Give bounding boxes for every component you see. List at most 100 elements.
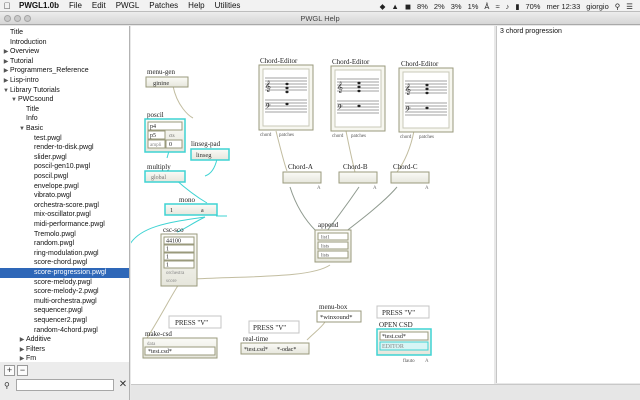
menu-box-box[interactable]: menu-box *winxound*: [316, 303, 362, 323]
add-button[interactable]: +: [4, 365, 15, 376]
battery-icon[interactable]: ▮: [512, 2, 522, 11]
tree-item[interactable]: score-melody.pwgl: [0, 278, 129, 288]
spotlight-icon[interactable]: ⚲: [612, 2, 624, 11]
volume-icon[interactable]: ♪: [503, 2, 513, 11]
chord-a-box[interactable]: Chord-A A: [282, 163, 322, 191]
remove-button[interactable]: −: [17, 365, 28, 376]
make-csd-box[interactable]: make-csd data *test.csd*: [142, 330, 218, 359]
disclosure-closed-icon[interactable]: ▶: [18, 335, 26, 345]
tree-item-label: Tremolo.pwgl: [34, 230, 76, 238]
tree-item[interactable]: random-4chord.pwgl: [0, 326, 129, 336]
csc-sco-box[interactable]: csc-sco 44100 1 1 1 orchestra score: [160, 226, 198, 287]
tree-item-label: slider.pwgl: [34, 153, 67, 161]
append-box[interactable]: append list1 lists lists: [314, 221, 352, 263]
multiply-box[interactable]: multiply global: [144, 163, 186, 183]
menu-patches[interactable]: Patches: [144, 0, 183, 12]
disclosure-open-icon[interactable]: ▼: [18, 124, 26, 134]
tree-item[interactable]: Tremolo.pwgl: [0, 230, 129, 240]
disclosure-open-icon[interactable]: ▼: [2, 86, 10, 96]
status-icon-3[interactable]: ◼: [402, 2, 414, 11]
chord-b-box[interactable]: Chord-B A: [338, 163, 378, 191]
tree-item[interactable]: Title: [0, 105, 129, 115]
tree-item[interactable]: ▼PWCsound: [0, 95, 129, 105]
tree-item[interactable]: ▶ Fm: [0, 354, 129, 362]
tree-item[interactable]: vibrato.pwgl: [0, 191, 129, 201]
tree-item[interactable]: mix-oscillator.pwgl: [0, 210, 129, 220]
tree-item[interactable]: poscil.pwgl: [0, 172, 129, 182]
tree-item[interactable]: ▼Library Tutorials: [0, 86, 129, 96]
tree-item[interactable]: envelope.pwgl: [0, 182, 129, 192]
wifi-icon[interactable]: ≈: [492, 2, 502, 11]
clock[interactable]: mer 12:33: [543, 2, 583, 11]
status-pct-2[interactable]: 2%: [431, 2, 448, 11]
tree-item[interactable]: random.pwgl: [0, 239, 129, 249]
tree-item[interactable]: ▶ Overview: [0, 47, 129, 57]
tree-item[interactable]: orchestra-score.pwgl: [0, 201, 129, 211]
tree-item[interactable]: ▶ Filters: [0, 345, 129, 355]
tree-item[interactable]: render-to-disk.pwgl: [0, 143, 129, 153]
tree-item[interactable]: ▶ Lisp-intro: [0, 76, 129, 86]
mono-box[interactable]: mono 1 a: [164, 196, 218, 216]
chord-editor-3-port-1: chord: [400, 135, 412, 140]
linseg-pad-box[interactable]: linseg-pad linseg: [190, 140, 230, 161]
disclosure-open-icon[interactable]: ▼: [10, 95, 18, 105]
menu-pwgl[interactable]: PWGL: [111, 0, 145, 12]
tree-item[interactable]: slider.pwgl: [0, 153, 129, 163]
help-text-panel[interactable]: 3 chord progression: [496, 26, 640, 383]
chord-editor-1[interactable]: Chord-Editor 𝄞 𝄢 chord patches: [258, 57, 314, 138]
real-time-right: *-odac*: [277, 347, 296, 353]
tree-item[interactable]: Introduction: [0, 38, 129, 48]
disclosure-closed-icon[interactable]: ▶: [2, 47, 10, 57]
tree-item[interactable]: ▼Basic: [0, 124, 129, 134]
tree-item-label: Title: [10, 29, 23, 36]
chord-editor-3[interactable]: Chord-Editor 𝄞 𝄢 chord patches: [398, 60, 454, 140]
tree-item[interactable]: ring-modulation.pwgl: [0, 249, 129, 259]
disclosure-closed-icon[interactable]: ▶: [18, 345, 26, 355]
status-pct-1[interactable]: 8%: [414, 2, 431, 11]
status-pct-3[interactable]: 3%: [448, 2, 465, 11]
tree-item[interactable]: Title: [0, 28, 129, 38]
chord-editor-2-port-1: chord: [332, 134, 344, 139]
tree-item[interactable]: sequencer.pwgl: [0, 306, 129, 316]
disclosure-closed-icon[interactable]: ▶: [2, 66, 10, 76]
chord-editor-2[interactable]: Chord-Editor 𝄞 𝄢 chord patches: [330, 58, 386, 139]
search-input[interactable]: [16, 379, 114, 391]
menu-edit[interactable]: Edit: [87, 0, 111, 12]
menu-gen-box[interactable]: menu-gen ginine: [145, 68, 189, 88]
status-icon-1[interactable]: ◆: [377, 2, 389, 11]
chord-editor-1-title: Chord-Editor: [260, 57, 298, 65]
status-icon-2[interactable]: ▲: [388, 2, 401, 11]
tree-item[interactable]: ▶ Additive: [0, 335, 129, 345]
real-time-box[interactable]: real-time *test.csd* *-odac*: [240, 335, 310, 355]
menu-file[interactable]: File: [64, 0, 87, 12]
tree-item[interactable]: poscil-gen10.pwgl: [0, 162, 129, 172]
poscil-box[interactable]: poscil p4 p5 cts ampli 0: [144, 111, 186, 153]
menu-app-name[interactable]: PWGL1.0b: [14, 0, 64, 12]
disclosure-closed-icon[interactable]: ▶: [18, 354, 26, 362]
tree-item[interactable]: test.pwgl: [0, 134, 129, 144]
tree-item[interactable]: Info: [0, 114, 129, 124]
csc-sco-row-6: score: [166, 279, 177, 284]
menu-help[interactable]: Help: [183, 0, 209, 12]
tree-item[interactable]: score-chord.pwgl: [0, 258, 129, 268]
disclosure-closed-icon[interactable]: ▶: [2, 76, 10, 86]
tree-item[interactable]: ▶ Tutorial: [0, 57, 129, 67]
notifications-icon[interactable]: ☰: [623, 2, 636, 11]
tree-item[interactable]: score-progression.pwgl: [0, 268, 129, 278]
tree-item[interactable]: sequencer2.pwgl: [0, 316, 129, 326]
patch-canvas[interactable]: menu-gen ginine poscil p4 p5 cts ampli 0…: [131, 26, 494, 384]
menu-utilities[interactable]: Utilities: [210, 0, 246, 12]
help-tree-sidebar[interactable]: Title Introduction ▶ Overview ▶ Tutorial ▶ Prog…: [0, 26, 130, 362]
bluetooth-icon[interactable]: Å: [481, 2, 492, 11]
user-name[interactable]: giorgio: [583, 2, 612, 11]
tree-item[interactable]: multi-orchestra.pwgl: [0, 297, 129, 307]
tree-item[interactable]: score-melody-2.pwgl: [0, 287, 129, 297]
status-pct-4[interactable]: 1%: [465, 2, 482, 11]
tree-item[interactable]: midi-performance.pwgl: [0, 220, 129, 230]
tree-item[interactable]: ▶ Programmers_Reference: [0, 66, 129, 76]
disclosure-closed-icon[interactable]: ▶: [2, 57, 10, 67]
apple-icon[interactable]: : [0, 1, 14, 11]
open-csd-box[interactable]: OPEN CSD *test.csd* EDITOR flauto A: [376, 321, 432, 364]
clear-search-icon[interactable]: ✕: [118, 379, 128, 391]
battery-pct[interactable]: 70%: [522, 2, 543, 11]
